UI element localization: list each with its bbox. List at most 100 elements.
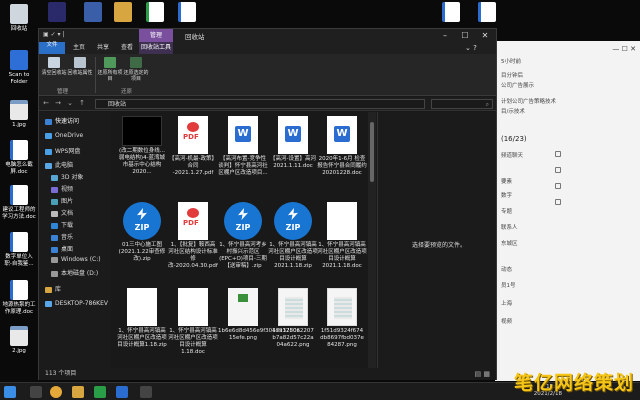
nav-item-onedrive[interactable]: OneDrive <box>45 132 83 139</box>
start-icon[interactable] <box>4 386 16 398</box>
desktop-icon-top[interactable] <box>470 2 504 24</box>
chat-window[interactable]: — ☐ ✕ 5小时前 目分钟后 公司广告展示 计划公司广告策略技术 目/示技术 … <box>495 41 640 381</box>
desktop-icon-file[interactable]: 地源热泵的工作原理.doc <box>2 280 36 316</box>
desktop-icon-file[interactable]: 1.jpg <box>2 100 36 129</box>
nav-item-pictures[interactable]: 图片 <box>51 196 73 205</box>
chat-icon[interactable] <box>555 151 561 157</box>
nav-item-libraries[interactable]: 库 <box>45 284 61 293</box>
desktop-icon-top[interactable] <box>434 2 468 24</box>
ribbon-group-manage: 管理 <box>57 89 69 95</box>
desktop-icon-top[interactable] <box>170 2 204 24</box>
file-item[interactable]: (改二期数位身线... 弱电结构)4-蓝湾城市基示中心结构2020... <box>117 116 167 176</box>
desktop-icon-file[interactable]: 建议工程师的学习方法.doc <box>2 185 36 221</box>
vertical-scrollbar[interactable] <box>368 112 376 368</box>
restore-selected-button[interactable]: 还原选定的项目 <box>123 57 149 82</box>
file-item[interactable]: 【高河-设置】高河 2021.1.11.doc <box>268 116 318 170</box>
nav-item-wps[interactable]: WPS网盘 <box>45 146 80 155</box>
file-item[interactable]: 2020年1-6月 检查报告怀宁县合同履约20201228.doc <box>317 116 367 177</box>
nav-item-quick-access[interactable]: 快速访问 <box>45 116 79 125</box>
drive-icon <box>51 270 58 277</box>
nav-item-music[interactable]: 音乐 <box>51 232 73 241</box>
file-item[interactable]: 01三中心施工图(2021.1.22审查修改).zip <box>117 202 167 263</box>
window-controls[interactable]: — ☐ ✕ <box>612 45 636 53</box>
word-icon[interactable] <box>116 386 128 398</box>
nav-item-drive-d[interactable]: 本地磁盘 (D:) <box>51 268 98 277</box>
desktop-icon-top[interactable] <box>76 2 110 24</box>
nav-item-3d[interactable]: 3D 对象 <box>51 172 83 181</box>
ribbon-collapse-icon[interactable]: ⌄ ? <box>459 42 483 54</box>
contacts-icon[interactable] <box>555 167 561 173</box>
recycle-bin-properties-button[interactable]: 回收站属性 <box>67 57 93 76</box>
nav-item-desktop[interactable]: 桌面 <box>51 244 73 253</box>
file-explorer-icon[interactable] <box>72 386 84 398</box>
file-item[interactable]: 1、怀宁县高河考乡村振兴示范区(EPC+O)项目-三期【送审稿】.zip <box>218 202 268 270</box>
wechat-icon[interactable] <box>94 386 106 398</box>
desktop-icon-top[interactable] <box>138 2 172 24</box>
video-icon <box>51 186 58 193</box>
item-count: 113 个项目 <box>45 370 77 377</box>
nav-item-this-pc[interactable]: 此电脑 <box>45 160 73 169</box>
minimize-button[interactable]: – <box>435 29 455 42</box>
star-icon[interactable] <box>555 183 561 189</box>
image-thumbnail-icon <box>327 288 357 326</box>
task-view-icon[interactable] <box>30 386 42 398</box>
tab-view[interactable]: 查看 <box>115 42 139 54</box>
desktop-icon-file[interactable]: 电脑怎么截屏.doc <box>2 140 36 176</box>
word-document-icon <box>478 2 496 22</box>
quick-access-toolbar[interactable]: ▣ ✓ ▾ | <box>43 31 64 38</box>
restore-icon <box>104 57 116 68</box>
desktop-icon-recycle-bin[interactable]: 回收站 <box>2 4 36 33</box>
nav-item-drive-c[interactable]: Windows (C:) <box>51 256 101 263</box>
recent-locations-icon[interactable]: ⌄ <box>65 99 75 107</box>
maximize-button[interactable]: ☐ <box>455 29 475 42</box>
tab-recycle-bin-tools[interactable]: 回收站工具 <box>139 42 173 54</box>
manage-contextual-label: 管理 <box>139 29 173 42</box>
file-item[interactable]: 1d93280a2207 b7a82d57c22a 04a622.png <box>268 288 318 349</box>
desktop-icon-scan[interactable]: Scan to Folder <box>2 50 36 86</box>
view-toggle-icons[interactable]: ▤ ▦ <box>475 368 490 380</box>
nav-item-videos[interactable]: 视频 <box>51 184 73 193</box>
back-icon[interactable]: ← <box>41 99 51 107</box>
nav-item-network[interactable]: DESKTOP-786KEV <box>45 300 108 307</box>
desktop-icon-top[interactable] <box>40 2 74 24</box>
desktop-icon-top[interactable] <box>106 2 140 24</box>
title-bar[interactable]: ▣ ✓ ▾ | 管理 回收站 – ☐ ✕ <box>39 29 496 42</box>
file-item[interactable]: 1b6e6d8d456e9f3047a17506 15efe.png <box>218 288 300 342</box>
zip-archive-icon <box>123 202 161 240</box>
file-explorer-window[interactable]: ▣ ✓ ▾ | 管理 回收站 – ☐ ✕ 文件 主页 共享 查看 回收站工具 ⌄… <box>38 28 497 380</box>
chrome-icon[interactable] <box>50 386 62 398</box>
word-document-icon <box>10 232 28 252</box>
file-item[interactable]: 1f51d9324f674 db8697fbd037e 84287.png <box>317 288 367 349</box>
file-item[interactable]: 1、怀宁县高河镇高河社区棚户区改造项目设计概算2021.1.18.zip <box>268 202 318 270</box>
empty-recycle-bin-button[interactable]: 清空回收站 <box>41 57 67 76</box>
search-input[interactable]: ⌕ <box>431 99 493 109</box>
up-icon[interactable]: ↑ <box>77 99 87 107</box>
restore-selected-icon <box>130 57 142 68</box>
address-bar[interactable]: 回收站 <box>95 99 425 109</box>
restore-all-button[interactable]: 还原所有项目 <box>97 57 123 82</box>
file-item[interactable]: 1、怀宁县高河镇高河社区棚户区改造项目设计概算1.18.zip <box>117 288 167 349</box>
file-item[interactable]: 1、怀宁县高河镇高河社区棚户区改造项目设计概算2021.1.18.doc <box>317 202 367 270</box>
download-icon <box>51 222 58 229</box>
nav-item-documents[interactable]: 文档 <box>51 208 73 217</box>
file-item[interactable]: 1、怀宁县高河镇高河社区棚户区改造项目设计概算1.18.doc <box>168 288 218 356</box>
watermark-logo: 笔亿网络策划 <box>513 372 634 394</box>
file-item[interactable]: 【高河-机最-政策】合同 -2021.1.27.pdf <box>168 116 218 177</box>
tab-share[interactable]: 共享 <box>91 42 115 54</box>
scrollbar-thumb[interactable] <box>370 122 374 182</box>
folder-icon[interactable] <box>555 199 561 205</box>
app-icon[interactable] <box>140 386 152 398</box>
tab-home[interactable]: 主页 <box>67 42 91 54</box>
desktop-icon-file[interactable]: 数字单位入职-自我鉴... <box>2 232 36 268</box>
image-file-icon <box>10 326 28 346</box>
desktop-icon-file[interactable]: 2.jpg <box>2 326 36 355</box>
tab-file[interactable]: 文件 <box>39 42 65 54</box>
image-thumbnail-icon <box>278 288 308 326</box>
file-item[interactable]: 1、【批复】鞍西高河社区结构设计标准修改-2020.04.30.pdf <box>168 202 218 270</box>
forward-icon[interactable]: → <box>53 99 63 107</box>
nav-item-downloads[interactable]: 下载 <box>51 220 73 229</box>
breadcrumb[interactable]: 回收站 <box>108 101 126 108</box>
file-item[interactable]: 【高河布置-竞争性谈判】怀宁县高河社区棚户区改造项目... <box>218 116 268 177</box>
zip-archive-icon <box>224 202 262 240</box>
close-button[interactable]: ✕ <box>475 29 495 42</box>
